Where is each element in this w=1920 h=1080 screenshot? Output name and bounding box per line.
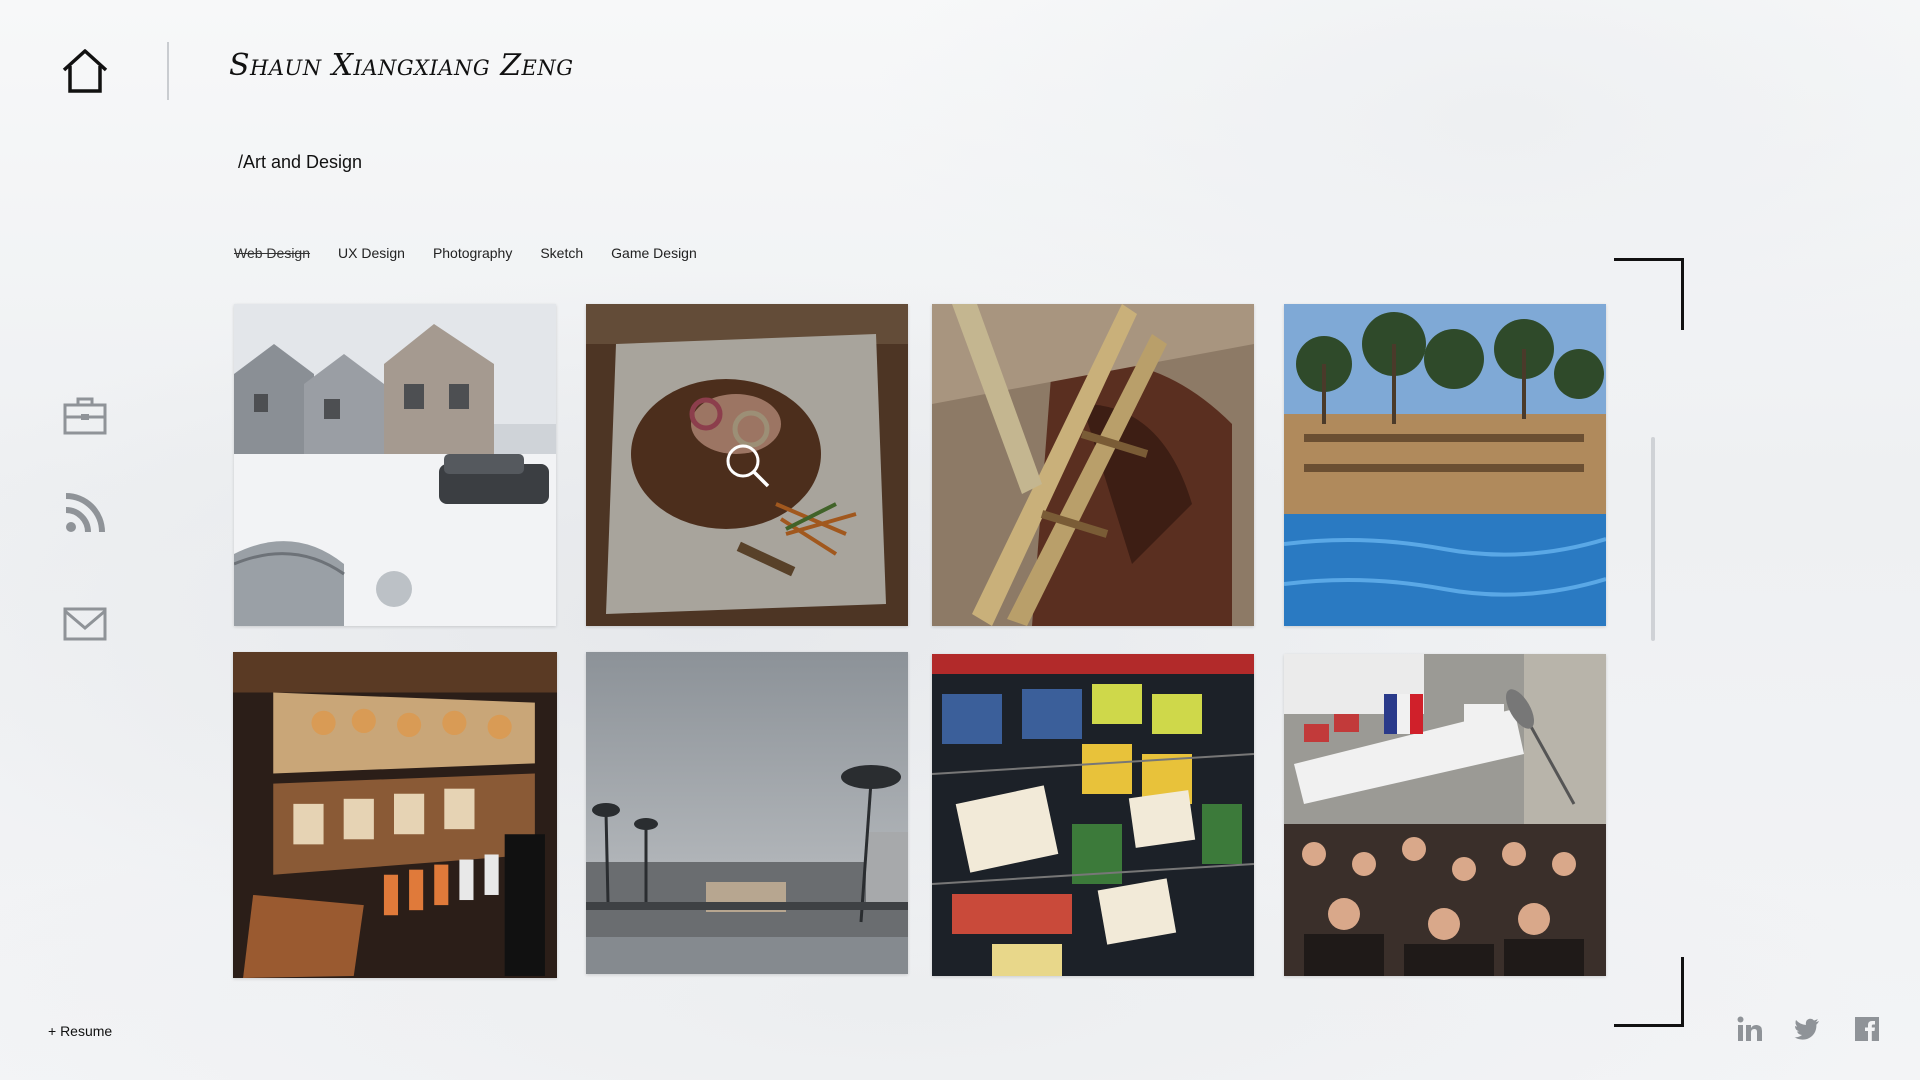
grocery-shelf-photo	[932, 654, 1254, 976]
tab-game-design[interactable]: Game Design	[611, 245, 697, 261]
facebook-icon	[1855, 1017, 1879, 1041]
bakery-display-photo	[233, 652, 557, 978]
gallery-scrollbar[interactable]	[1651, 437, 1655, 641]
tab-photography[interactable]: Photography	[433, 245, 512, 261]
palm-skyline-photo	[586, 652, 908, 974]
briefcase-icon	[63, 397, 107, 435]
tab-ux-design[interactable]: UX Design	[338, 245, 405, 261]
tile-hover-overlay	[586, 304, 908, 626]
gallery-tile-crowd-flags[interactable]	[1284, 654, 1606, 976]
site-title[interactable]: Shaun Xiangxiang Zeng	[229, 48, 574, 83]
home-button[interactable]	[60, 48, 110, 94]
section-path: /Art and Design	[238, 152, 363, 172]
home-icon	[62, 49, 108, 93]
snowy-street-photo	[234, 304, 556, 626]
hotel-pool-photo	[1284, 304, 1606, 626]
wooden-ladder-photo	[932, 304, 1254, 626]
rail-divider	[167, 42, 169, 100]
gallery-tile-palm-skyline[interactable]	[586, 652, 908, 974]
gallery-tile-plated-food[interactable]	[586, 304, 908, 626]
magnifier-icon	[726, 444, 770, 488]
crowd-flags-photo	[1284, 654, 1606, 976]
rss-button[interactable]	[62, 490, 108, 536]
gallery-tile-snowy-street[interactable]	[234, 304, 556, 626]
tab-sketch[interactable]: Sketch	[540, 245, 583, 261]
briefcase-button[interactable]	[62, 393, 108, 439]
tab-web-design[interactable]: Web Design	[234, 245, 310, 261]
category-tabs: Web Design UX Design Photography Sketch …	[234, 245, 725, 261]
mail-button[interactable]	[62, 602, 108, 648]
linkedin-link[interactable]	[1737, 1016, 1763, 1042]
gallery-tile-grocery-shelf[interactable]	[932, 654, 1254, 976]
photo-gallery	[233, 304, 1608, 978]
frame-bracket-top	[1614, 258, 1684, 330]
rss-icon	[65, 493, 105, 533]
gallery-tile-wooden-ladder[interactable]	[932, 304, 1254, 626]
linkedin-icon	[1737, 1016, 1762, 1041]
gallery-tile-bakery-display[interactable]	[233, 652, 557, 978]
resume-link[interactable]: + Resume	[48, 1023, 112, 1039]
twitter-icon	[1794, 1018, 1819, 1040]
twitter-link[interactable]	[1794, 1016, 1820, 1042]
facebook-link[interactable]	[1854, 1016, 1880, 1042]
mail-icon	[63, 607, 107, 641]
gallery-tile-hotel-pool[interactable]	[1284, 304, 1606, 626]
frame-bracket-bottom	[1614, 957, 1684, 1027]
